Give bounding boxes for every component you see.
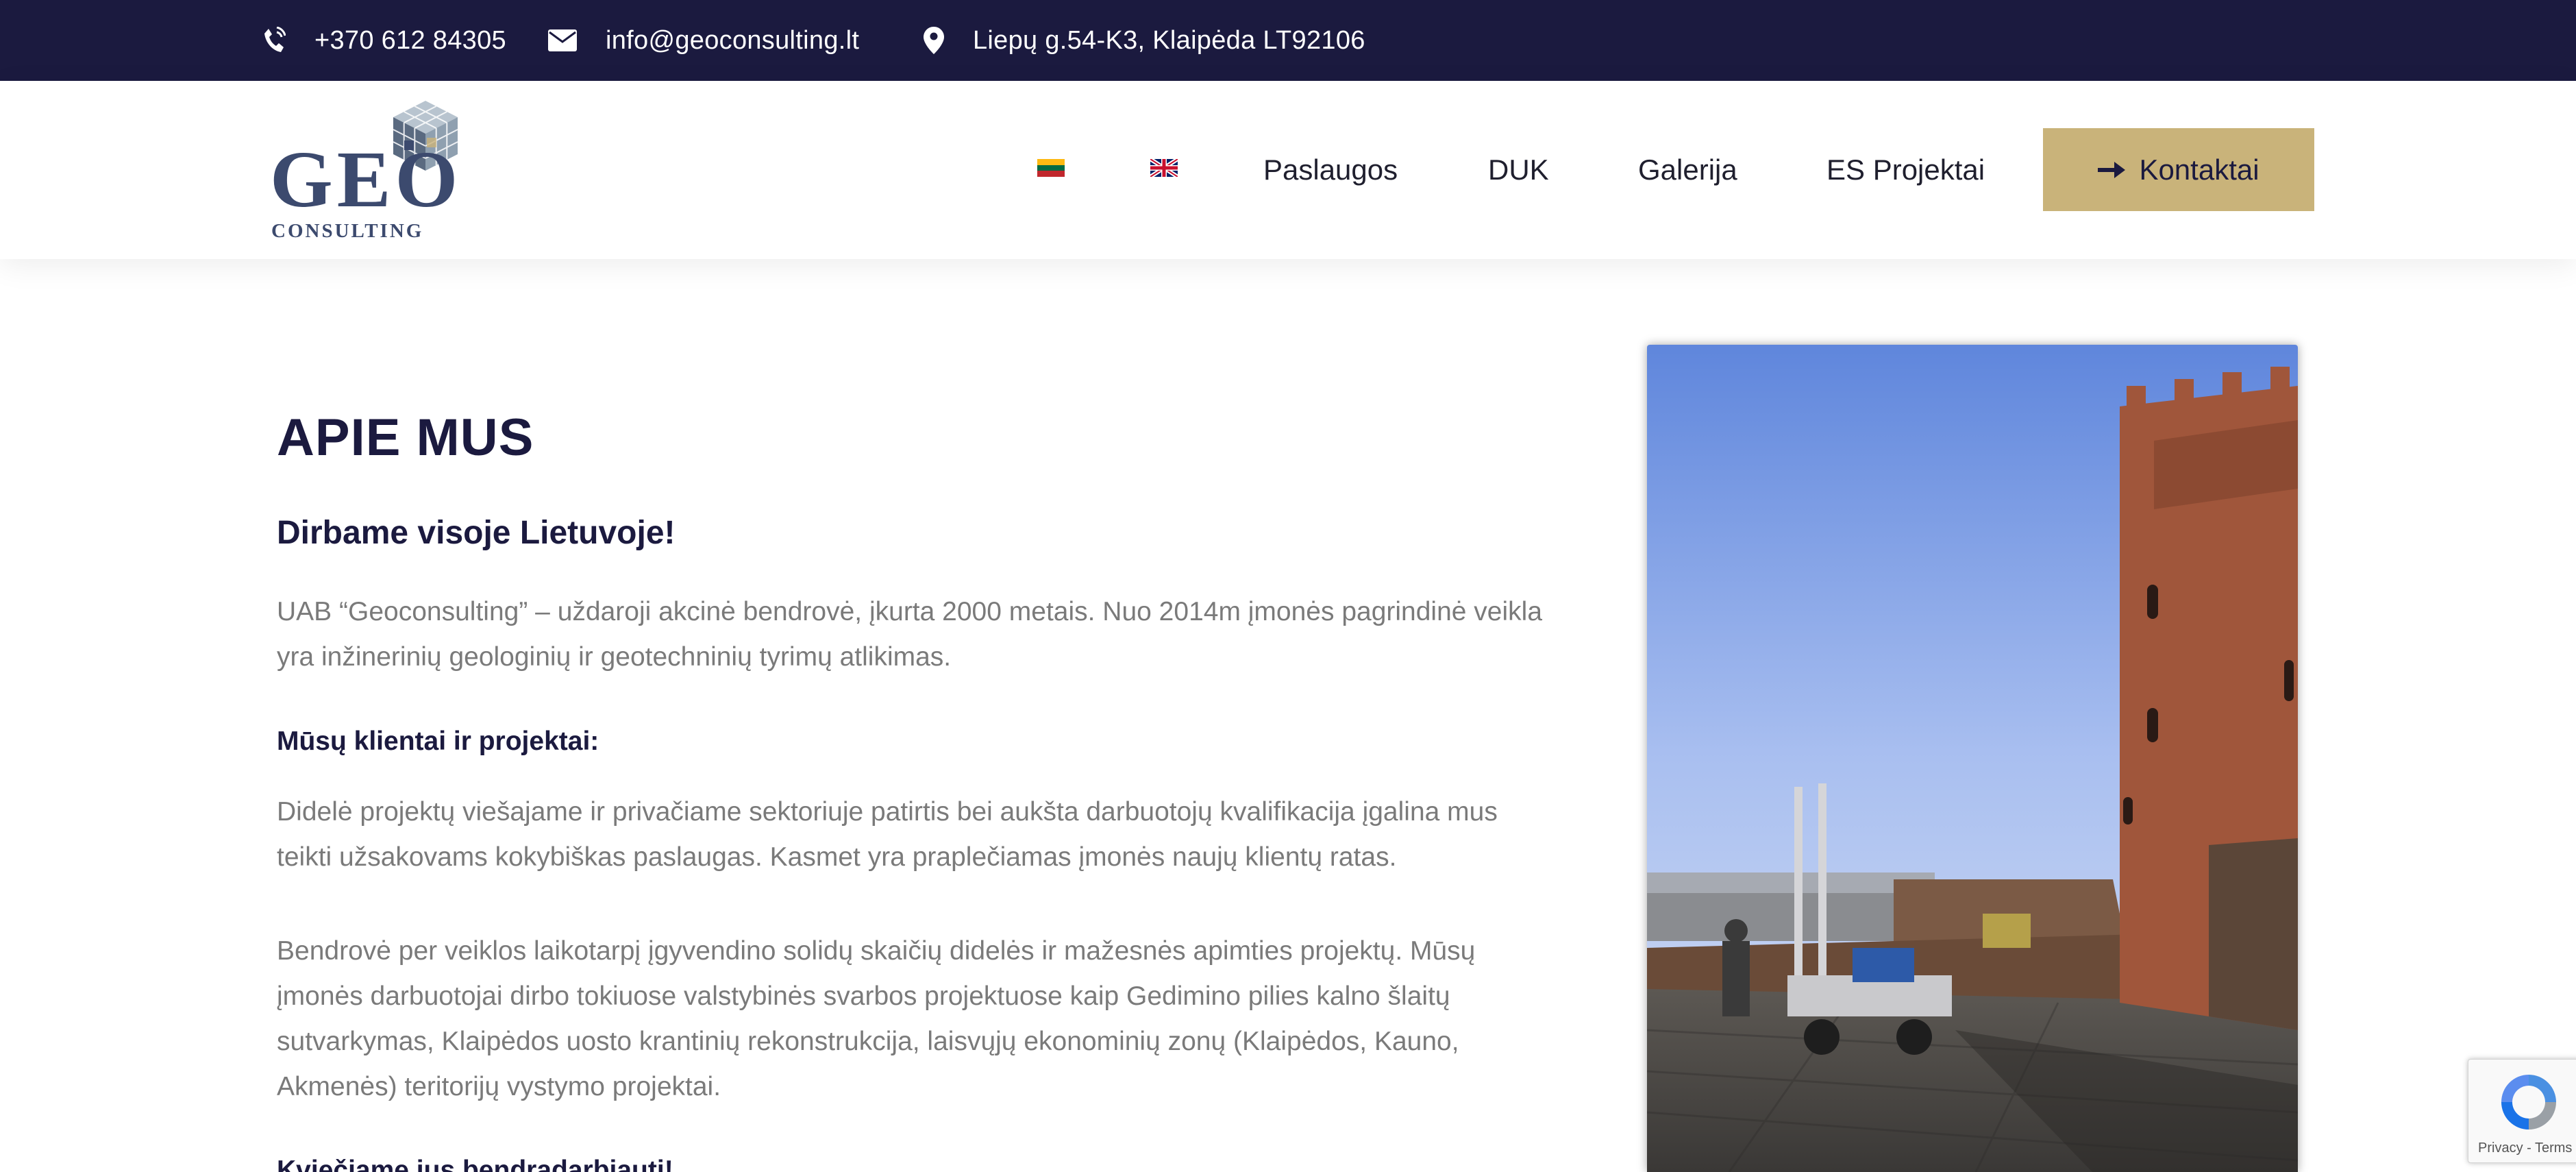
kontaktai-button[interactable]: Kontaktai (2043, 128, 2314, 211)
recaptcha-badge[interactable]: Privacy - Terms (2468, 1059, 2576, 1163)
recaptcha-icon (2501, 1075, 2556, 1130)
photo-illustration (1647, 345, 2298, 1172)
email-contact[interactable]: info@geoconsulting.lt (548, 0, 859, 81)
arrow-right-icon (2098, 161, 2126, 178)
map-pin-icon (924, 27, 944, 54)
site-logo[interactable]: GEO CONSULTING (267, 98, 473, 241)
invite-heading: Kviečiame jus bendradarbiauti! (277, 1156, 673, 1172)
nav-es-projektai[interactable]: ES Projektai (1826, 140, 1985, 200)
en-flag-icon[interactable] (1150, 159, 1178, 177)
nav-duk[interactable]: DUK (1488, 140, 1549, 200)
gediminas-castle-photo (1647, 345, 2298, 1172)
intro-paragraph: UAB “Geoconsulting” – uždaroji akcinė be… (277, 597, 1543, 672)
logo-text-geo: GEO (270, 134, 462, 224)
nav-paslaugos[interactable]: Paslaugos (1263, 140, 1398, 200)
lt-flag-icon[interactable] (1037, 159, 1065, 177)
nav-galerija[interactable]: Galerija (1638, 140, 1737, 200)
envelope-icon (548, 29, 577, 51)
page-subtitle: Dirbame visoje Lietuvoje! (277, 515, 676, 551)
phone-icon (264, 27, 286, 52)
clients-heading: Mūsų klientai ir projektai: (277, 727, 599, 756)
site-header: GEO CONSULTING Paslaugos DUK Galerija ES… (0, 81, 2576, 259)
email-address[interactable]: info@geoconsulting.lt (606, 26, 859, 56)
phone-number[interactable]: +370 612 84305 (314, 26, 506, 56)
address-contact: Liepų g.54-K3, Klaipėda LT92106 (924, 0, 1365, 81)
address-text: Liepų g.54-K3, Klaipėda LT92106 (973, 25, 1365, 55)
logo-text-consulting: CONSULTING (271, 220, 424, 242)
clients-paragraph: Didelė projektų viešajame ir privačiame … (277, 797, 1498, 872)
kontaktai-label: Kontaktai (2139, 153, 2259, 186)
phone-contact[interactable]: +370 612 84305 (262, 0, 506, 81)
page-title: APIE MUS (277, 408, 534, 467)
top-contact-bar: +370 612 84305 info@geoconsulting.lt Lie… (0, 0, 2576, 81)
projects-paragraph: Bendrovė per veiklos laikotarpį įgyvendi… (277, 936, 1476, 1101)
recaptcha-links[interactable]: Privacy - Terms (2478, 1140, 2572, 1156)
